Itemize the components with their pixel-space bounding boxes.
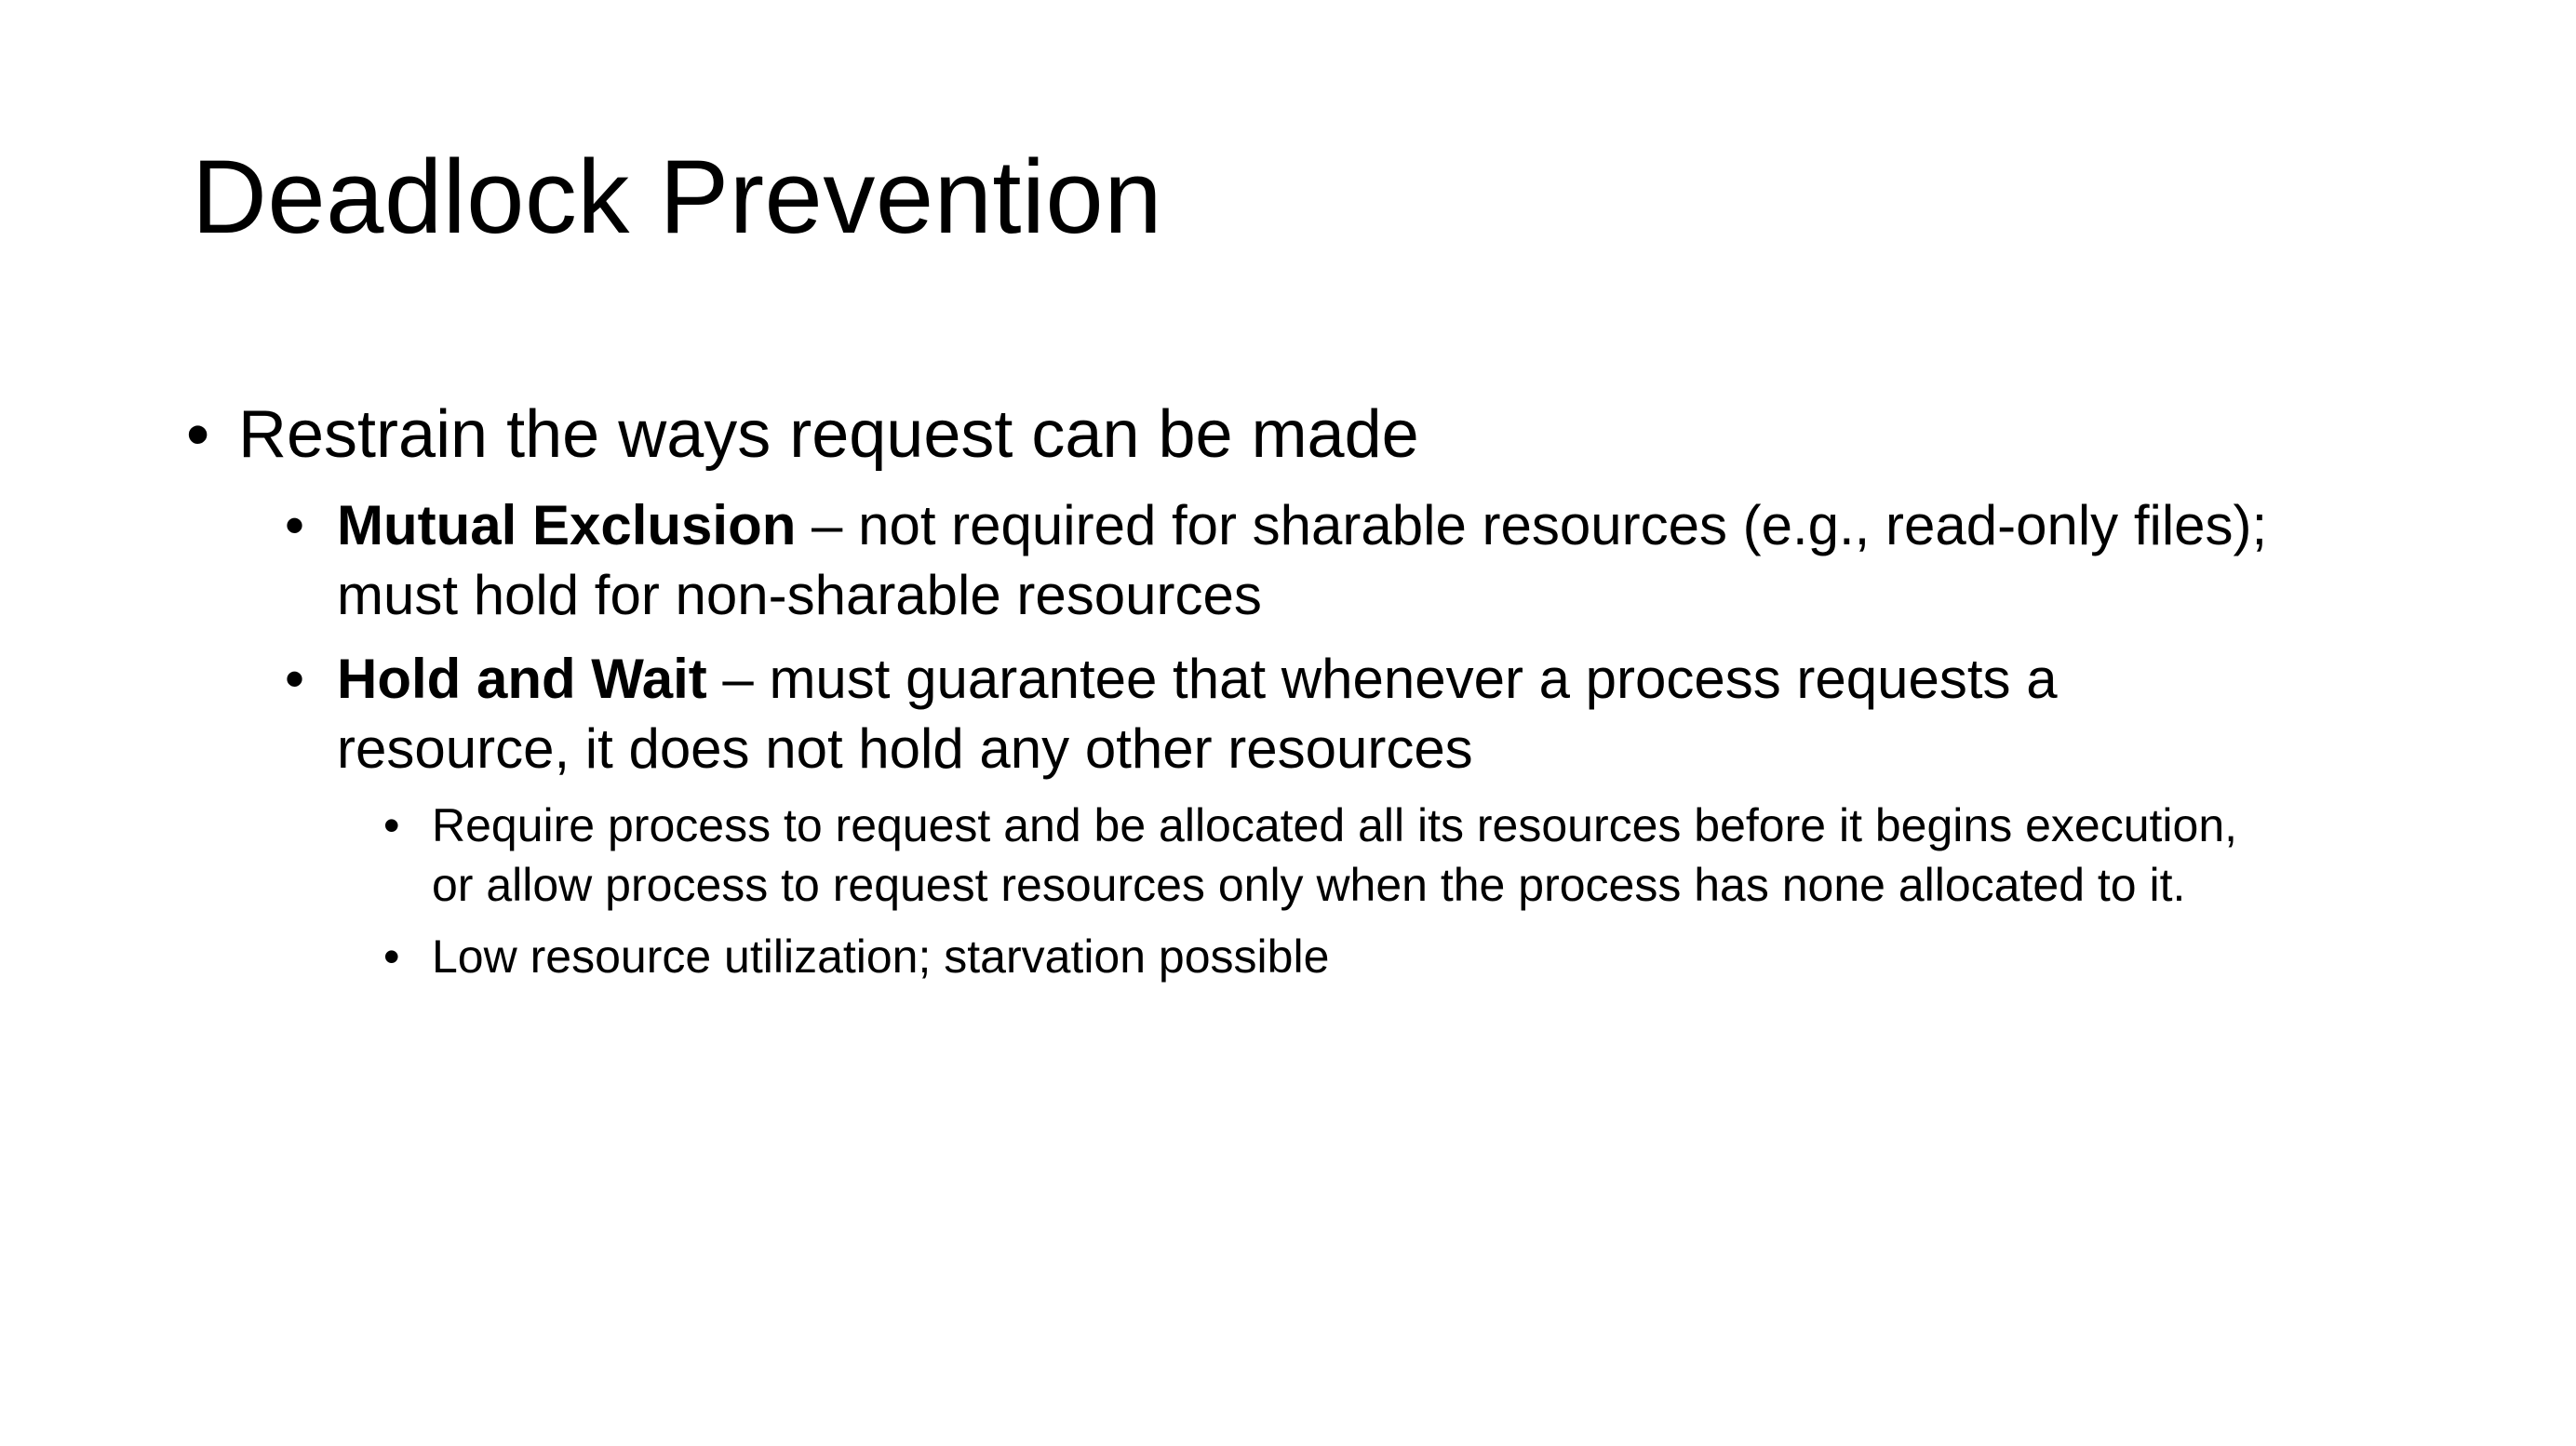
slide-title: Deadlock Prevention [192, 139, 1162, 255]
bullet-marker: • [285, 494, 305, 556]
term-description: – must guarantee that whenever a process… [706, 648, 2058, 710]
sub-bullet-line: Hold and Wait – must guarantee that when… [337, 644, 2425, 714]
sub-bullet-line: Mutual Exclusion – not required for shar… [337, 490, 2425, 560]
sub-sub-bullet-line: or allow process to request resources on… [432, 859, 2186, 911]
bullet-item: • Restrain the ways request can be made [186, 391, 2420, 478]
sub-bullet-mutual-exclusion: • Mutual Exclusion – not required for sh… [285, 490, 2425, 630]
sub-sub-bullet-low-utilization: • Low resource utilization; starvation p… [383, 927, 2477, 986]
bullet-marker: • [383, 931, 400, 983]
sub-sub-bullet-require-process: • Require process to request and be allo… [383, 796, 2477, 915]
bullet-marker: • [186, 397, 210, 472]
sub-bullet-line: must hold for non-sharable resources [337, 564, 1262, 626]
bullet-marker: • [383, 799, 400, 851]
sub-bullet-line: resource, it does not hold any other res… [337, 717, 1473, 780]
sub-sub-bullet-line: Require process to request and be alloca… [432, 799, 2238, 851]
term-description: – not required for sharable resources (e… [796, 494, 2268, 556]
sub-bullet-hold-and-wait: • Hold and Wait – must guarantee that wh… [285, 644, 2425, 783]
slide: Deadlock Prevention • Restrain the ways … [0, 0, 2576, 1446]
bullet-text: Restrain the ways request can be made [238, 397, 1419, 472]
bullet-marker: • [285, 648, 305, 710]
sub-sub-bullet-line: Low resource utilization; starvation pos… [432, 931, 1330, 983]
term-label: Hold and Wait [337, 648, 707, 710]
term-label: Mutual Exclusion [337, 494, 797, 556]
